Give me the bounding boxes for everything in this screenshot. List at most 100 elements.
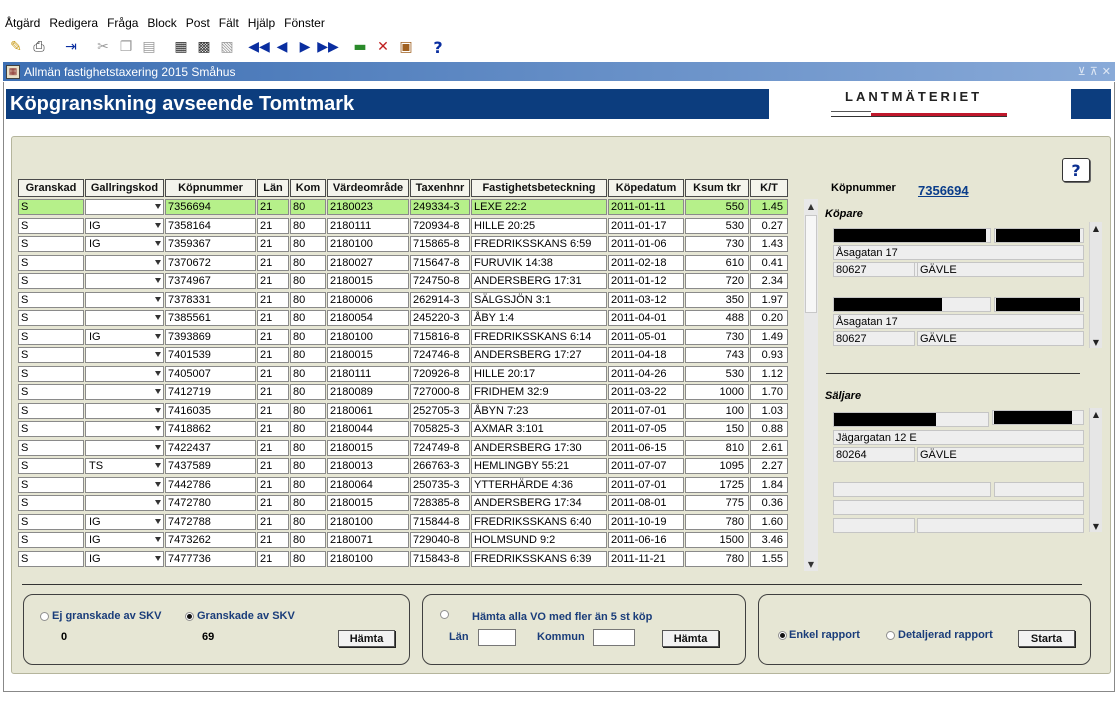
table-cell[interactable]: 720934-8 <box>410 217 470 234</box>
table-row[interactable]: S 7418862 21 80 2180044 705825-3 AXMAR 3:101 20… <box>18 421 789 438</box>
scroll-up-icon[interactable]: ▲ <box>1090 222 1102 234</box>
kopare-2-postnr-field[interactable]: 80627 <box>833 331 915 346</box>
kopare-scrollbar[interactable]: ▲ ▼ <box>1089 222 1102 348</box>
table-cell[interactable]: 1.12 <box>750 365 788 382</box>
table-cell[interactable]: 2180015 <box>327 439 409 456</box>
table-cell[interactable]: S <box>18 365 84 382</box>
table-cell[interactable]: 80 <box>290 439 326 456</box>
table-cell[interactable]: 2180100 <box>327 236 409 252</box>
table-cell[interactable]: 2011-06-16 <box>608 532 684 548</box>
table-cell[interactable]: 21 <box>257 476 289 493</box>
table-cell[interactable]: S <box>18 532 84 548</box>
column-header[interactable]: Köpnummer <box>165 179 256 197</box>
table-cell[interactable]: ANDERSBERG 17:34 <box>471 495 607 511</box>
table-cell[interactable]: 7473262 <box>165 532 256 548</box>
table-cell[interactable]: 1.49 <box>750 328 788 345</box>
column-header[interactable]: Ksum tkr <box>685 179 749 197</box>
table-cell[interactable]: ANDERSBERG 17:27 <box>471 347 607 363</box>
table-cell[interactable]: 2011-01-11 <box>608 199 684 215</box>
table-cell[interactable]: 21 <box>257 291 289 308</box>
table-cell[interactable]: 530 <box>685 217 749 234</box>
table-cell[interactable]: 7393869 <box>165 328 256 345</box>
table-cell[interactable]: 245220-3 <box>410 310 470 326</box>
table-cell[interactable]: 80 <box>290 513 326 530</box>
cancel-query-icon[interactable]: ▧ <box>217 37 237 57</box>
table-row[interactable]: S 7416035 21 80 2180061 252705-3 ÅBYN 7:23 2011… <box>18 402 789 420</box>
print-icon[interactable]: ⎙ <box>29 37 49 57</box>
table-cell[interactable]: 80 <box>290 495 326 511</box>
table-cell[interactable]: 21 <box>257 217 289 234</box>
table-cell[interactable]: 80 <box>290 476 326 493</box>
table-cell[interactable]: 2180054 <box>327 310 409 326</box>
table-cell[interactable]: 2011-07-01 <box>608 476 684 493</box>
table-cell[interactable]: HOLMSUND 9:2 <box>471 532 607 548</box>
table-cell[interactable]: 249334-3 <box>410 199 470 215</box>
table-cell[interactable]: 80 <box>290 199 326 215</box>
table-row[interactable]: S IG 7393869 21 80 2180100 715816-8 FREDRIKSSKA… <box>18 328 789 346</box>
scroll-up-icon[interactable]: ▲ <box>804 199 818 213</box>
saljare-1-address-field[interactable]: Jägargatan 12 E <box>833 430 1084 445</box>
table-scrollbar[interactable]: ▲ ▼ <box>804 199 818 571</box>
minimize-icon[interactable]: ⊻ <box>1078 65 1086 78</box>
table-cell[interactable]: 2011-04-01 <box>608 310 684 326</box>
table-cell[interactable]: 488 <box>685 310 749 326</box>
table-cell[interactable]: 530 <box>685 365 749 382</box>
table-cell[interactable]: 2180071 <box>327 532 409 548</box>
table-cell[interactable]: HILLE 20:25 <box>471 217 607 234</box>
table-cell[interactable]: 21 <box>257 495 289 511</box>
dropdown-arrow-icon[interactable] <box>155 426 161 431</box>
table-cell[interactable]: 0.41 <box>750 254 788 271</box>
table-cell[interactable]: 250735-3 <box>410 476 470 493</box>
hamta-button[interactable]: Hämta <box>338 630 395 647</box>
gallringskod-select[interactable] <box>85 439 164 456</box>
table-cell[interactable]: S <box>18 458 84 474</box>
granskade-radio[interactable] <box>185 612 194 621</box>
dropdown-arrow-icon[interactable] <box>155 333 161 339</box>
table-cell[interactable]: 2011-03-12 <box>608 291 684 308</box>
table-cell[interactable]: 2180044 <box>327 421 409 437</box>
table-cell[interactable]: FREDRIKSSKANS 6:39 <box>471 550 607 567</box>
first-record-icon[interactable]: ◀◀ <box>248 37 270 57</box>
table-cell[interactable]: 1500 <box>685 532 749 548</box>
menu-item-2[interactable]: Fråga <box>106 16 139 30</box>
table-cell[interactable]: 80 <box>290 550 326 567</box>
table-cell[interactable]: S <box>18 291 84 308</box>
table-row[interactable]: S 7356694 21 80 2180023 249334-3 LEXE 22:2 2011… <box>18 199 789 216</box>
table-cell[interactable]: 2011-10-19 <box>608 513 684 530</box>
table-cell[interactable]: FREDRIKSSKANS 6:40 <box>471 513 607 530</box>
dropdown-arrow-icon[interactable] <box>155 500 161 505</box>
table-cell[interactable]: S <box>18 236 84 252</box>
table-cell[interactable]: HEMLINGBY 55:21 <box>471 458 607 474</box>
dropdown-arrow-icon[interactable] <box>155 278 161 283</box>
table-cell[interactable]: HILLE 20:17 <box>471 365 607 382</box>
table-cell[interactable]: 7422437 <box>165 439 256 456</box>
table-cell[interactable]: 2180061 <box>327 402 409 419</box>
table-cell[interactable]: S <box>18 495 84 511</box>
saljare-2-address-field[interactable] <box>833 500 1084 515</box>
table-cell[interactable]: S <box>18 402 84 419</box>
table-cell[interactable]: 2180100 <box>327 513 409 530</box>
gallringskod-select[interactable] <box>85 254 164 271</box>
table-cell[interactable]: 7418862 <box>165 421 256 437</box>
lan-input[interactable] <box>478 629 516 646</box>
table-cell[interactable]: ÅBY 1:4 <box>471 310 607 326</box>
table-cell[interactable]: FREDRIKSSKANS 6:59 <box>471 236 607 252</box>
table-row[interactable]: S 7378331 21 80 2180006 262914-3 SÄLGSJÖN 3:1 2… <box>18 291 789 309</box>
saljare-2-postnr-field[interactable] <box>833 518 915 533</box>
menu-item-0[interactable]: Åtgärd <box>4 16 41 30</box>
kommun-input[interactable] <box>593 629 635 646</box>
table-cell[interactable]: 2011-07-07 <box>608 458 684 474</box>
table-cell[interactable]: 2011-01-17 <box>608 217 684 234</box>
table-cell[interactable]: 715647-8 <box>410 254 470 271</box>
table-cell[interactable]: 720926-8 <box>410 365 470 382</box>
table-cell[interactable]: 2.34 <box>750 273 788 289</box>
table-cell[interactable]: 727000-8 <box>410 384 470 400</box>
table-cell[interactable]: 2011-01-06 <box>608 236 684 252</box>
table-cell[interactable]: 100 <box>685 402 749 419</box>
table-cell[interactable]: 21 <box>257 328 289 345</box>
paste-icon[interactable]: ▤ <box>139 37 159 57</box>
table-cell[interactable]: 1095 <box>685 458 749 474</box>
dropdown-arrow-icon[interactable] <box>155 463 161 468</box>
table-cell[interactable]: 3.46 <box>750 532 788 548</box>
table-cell[interactable]: 1.70 <box>750 384 788 400</box>
